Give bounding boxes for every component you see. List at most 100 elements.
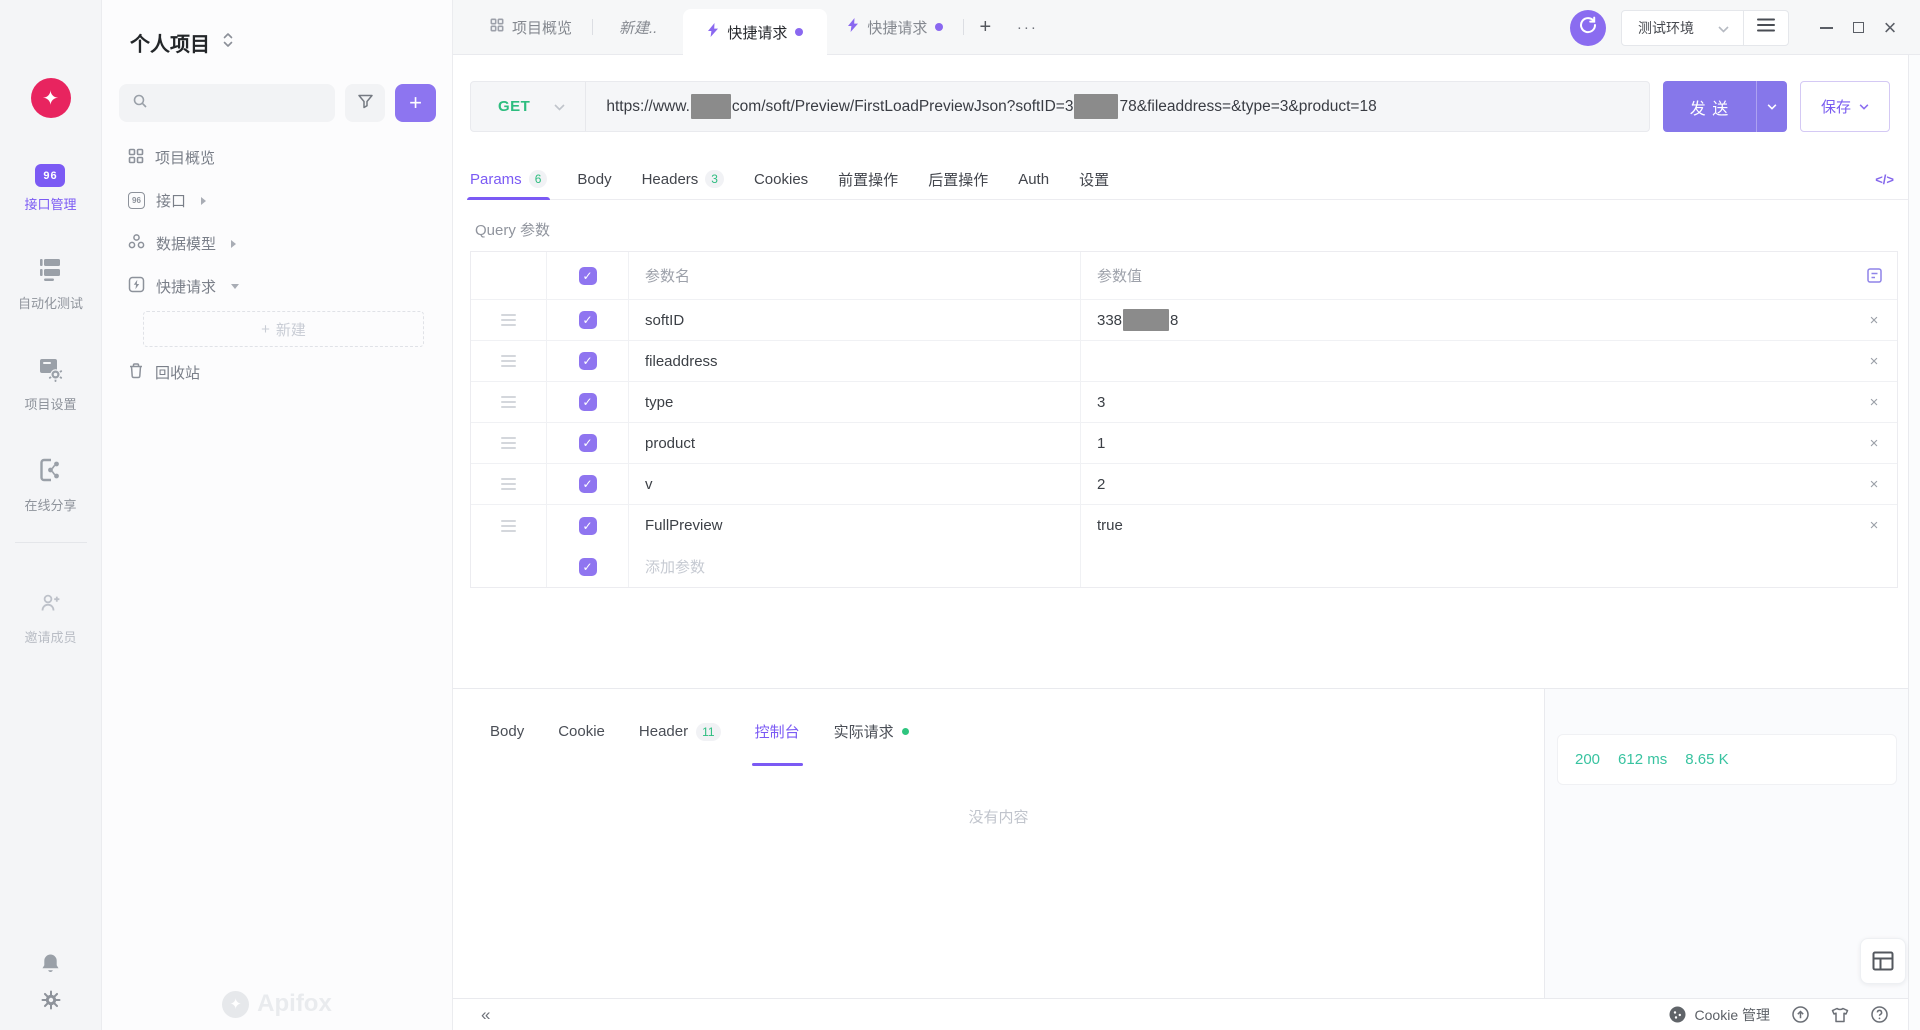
row-checkbox[interactable]: ✓ — [579, 475, 597, 493]
tab-settings[interactable]: 设置 — [1079, 159, 1109, 199]
select-all-checkbox[interactable]: ✓ — [579, 267, 597, 285]
close-icon: × — [1884, 15, 1897, 41]
url-input[interactable]: https://www.com/soft/Preview/FirstLoadPr… — [586, 94, 1649, 119]
more-tabs-button[interactable]: ··· — [1006, 0, 1048, 54]
tab-pre-processors[interactable]: 前置操作 — [838, 159, 898, 199]
param-value[interactable]: 3 — [1081, 382, 1851, 422]
param-value[interactable]: true — [1081, 505, 1851, 546]
row-checkbox[interactable]: ✓ — [579, 558, 597, 576]
sidebar-item-data-models[interactable]: 数据模型 — [102, 222, 452, 265]
upgrade-button[interactable] — [1792, 1006, 1809, 1023]
tab-response-body[interactable]: Body — [490, 697, 524, 766]
param-name[interactable]: FullPreview — [629, 505, 1081, 546]
param-value[interactable]: 1 — [1081, 423, 1851, 463]
add-param-placeholder[interactable]: 添加参数 — [629, 546, 1081, 587]
row-checkbox[interactable]: ✓ — [579, 517, 597, 535]
code-view-icon[interactable]: </> — [1875, 172, 1894, 187]
row-checkbox[interactable]: ✓ — [579, 434, 597, 452]
add-tab-button[interactable]: + — [964, 0, 1006, 54]
close-button[interactable]: × — [1877, 15, 1903, 41]
chevron-down-icon — [1718, 20, 1729, 36]
tab-params[interactable]: Params 6 — [470, 159, 547, 199]
collapse-sidebar-button[interactable]: « — [481, 1005, 490, 1025]
rail-bottom — [41, 953, 61, 1010]
tab-project-overview[interactable]: 项目概览 — [470, 0, 592, 54]
drag-handle-icon[interactable] — [501, 520, 516, 532]
tab-post-processors[interactable]: 后置操作 — [928, 159, 988, 199]
maximize-button[interactable] — [1845, 15, 1871, 41]
grid-icon — [128, 148, 144, 168]
text-part: 8 — [1170, 312, 1178, 329]
help-button[interactable] — [1871, 1006, 1888, 1023]
sidebar-item-apis[interactable]: 96 接口 — [102, 179, 452, 222]
method-select[interactable]: GET — [471, 82, 586, 131]
delete-row-icon[interactable]: × — [1851, 341, 1897, 381]
cookie-manager-button[interactable]: Cookie 管理 — [1669, 1005, 1770, 1025]
menu-button[interactable] — [1744, 11, 1788, 45]
rail-item-automated-testing[interactable]: 自动化测试 — [18, 257, 83, 312]
search-input[interactable] — [119, 84, 335, 122]
filter-button[interactable] — [345, 84, 385, 122]
param-name[interactable]: v — [629, 464, 1081, 504]
param-name[interactable]: fileaddress — [629, 341, 1081, 381]
tab-console[interactable]: 控制台 — [755, 697, 800, 766]
param-value[interactable] — [1081, 341, 1851, 381]
save-button[interactable]: 保存 — [1800, 81, 1890, 132]
add-param-value[interactable] — [1081, 546, 1851, 587]
sidebar-item-recycle-bin[interactable]: 回收站 — [102, 351, 452, 394]
rail-item-api-management[interactable]: 96 接口管理 — [24, 164, 76, 213]
tab-body[interactable]: Body — [577, 159, 611, 199]
settings-gear-icon[interactable] — [41, 990, 61, 1010]
tab-quick-request-active[interactable]: 快捷请求 — [683, 9, 827, 55]
send-options-caret[interactable] — [1756, 81, 1787, 132]
delete-row-icon[interactable]: × — [1851, 505, 1897, 546]
add-param-row[interactable]: ✓ 添加参数 — [471, 546, 1897, 587]
tab-auth[interactable]: Auth — [1018, 159, 1049, 199]
delete-row-icon[interactable]: × — [1851, 423, 1897, 463]
project-switcher[interactable]: 个人项目 — [130, 28, 452, 57]
row-checkbox[interactable]: ✓ — [579, 393, 597, 411]
invite-member-button[interactable]: 邀请成员 — [24, 591, 76, 646]
drag-handle-icon[interactable] — [501, 355, 516, 367]
param-value[interactable]: 2 — [1081, 464, 1851, 504]
row-checkbox[interactable]: ✓ — [579, 311, 597, 329]
minimize-button[interactable] — [1813, 15, 1839, 41]
send-button[interactable]: 发 送 — [1663, 81, 1787, 132]
param-value[interactable]: 338 8 — [1081, 300, 1851, 340]
bulk-edit-icon[interactable] — [1851, 252, 1897, 299]
drag-handle-icon[interactable] — [501, 314, 516, 326]
rail-item-project-settings[interactable]: 项目设置 — [24, 356, 76, 413]
drag-handle-icon[interactable] — [501, 396, 516, 408]
drag-handle-icon[interactable] — [501, 437, 516, 449]
tab-response-header[interactable]: Header 11 — [639, 697, 721, 766]
delete-row-icon[interactable]: × — [1851, 300, 1897, 340]
text-part: 338 — [1097, 312, 1122, 329]
sync-environment-button[interactable] — [1570, 10, 1606, 46]
rail-item-online-share[interactable]: 在线分享 — [24, 457, 76, 514]
tab-quick-request-2[interactable]: 快捷请求 — [827, 0, 963, 54]
delete-row-icon[interactable]: × — [1851, 464, 1897, 504]
param-name[interactable]: softID — [629, 300, 1081, 340]
theme-button[interactable] — [1831, 1007, 1849, 1023]
tab-actual-request[interactable]: 实际请求 — [834, 697, 909, 766]
layout-toggle-button[interactable] — [1860, 938, 1906, 984]
collapsed-right-panel[interactable] — [1908, 55, 1920, 1030]
tab-cookies[interactable]: Cookies — [754, 159, 808, 199]
param-name[interactable]: type — [629, 382, 1081, 422]
param-name[interactable]: product — [629, 423, 1081, 463]
row-checkbox[interactable]: ✓ — [579, 352, 597, 370]
notifications-bell-icon[interactable] — [41, 953, 60, 974]
apifox-logo[interactable]: ✦ — [31, 78, 71, 118]
response-tabs: Body Cookie Header 11 控制台 实际请求 — [453, 689, 1544, 766]
sidebar-item-quick-requests[interactable]: 快捷请求 — [102, 265, 452, 308]
drag-handle-icon[interactable] — [501, 478, 516, 490]
tab-headers[interactable]: Headers 3 — [642, 159, 724, 199]
add-new-button[interactable]: + — [395, 84, 436, 122]
tab-response-cookie[interactable]: Cookie — [558, 697, 605, 766]
delete-row-icon[interactable]: × — [1851, 382, 1897, 422]
new-request-button[interactable]: + 新建 — [143, 311, 424, 347]
sidebar-item-project-overview[interactable]: 项目概览 — [102, 136, 452, 179]
request-url-row: GET https://www.com/soft/Preview/FirstLo… — [470, 81, 1890, 132]
tab-new[interactable]: 新建.. — [593, 0, 683, 54]
environment-select[interactable]: 测试环境 — [1622, 11, 1743, 45]
